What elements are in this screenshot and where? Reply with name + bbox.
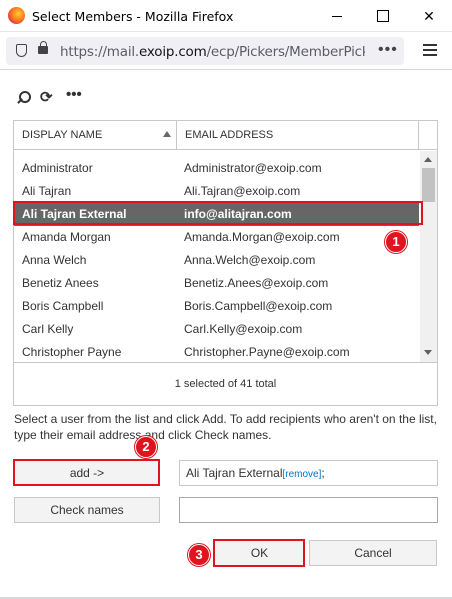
check-names-button[interactable]: Check names	[14, 497, 160, 523]
recipients-field[interactable]: Ali Tajran External[remove];	[179, 460, 438, 486]
row-email: Ali.Tajran@exoip.com	[184, 184, 301, 198]
url-text[interactable]: https://mail.exoip.com/ecp/Pickers/Membe…	[60, 44, 365, 60]
search-icon[interactable]	[16, 90, 31, 106]
table-row[interactable]: Administrator Administrator@exoip.com	[14, 157, 419, 180]
member-list: DISPLAY NAME EMAIL ADDRESS Administrator…	[13, 120, 438, 406]
table-row[interactable]: Boris Campbell Boris.Campbell@exoip.com	[14, 295, 419, 318]
row-display-name: Carl Kelly	[22, 322, 74, 336]
menu-icon[interactable]	[423, 44, 437, 56]
column-label-email-address: EMAIL ADDRESS	[185, 129, 274, 141]
url-domain: exoip.com	[139, 44, 207, 60]
add-button[interactable]: add ->	[14, 460, 160, 486]
row-email: Carl.Kelly@exoip.com	[184, 322, 303, 336]
row-email: info@alitajran.com	[184, 207, 292, 221]
table-row[interactable]: Ali Tajran Ali.Tajran@exoip.com	[14, 180, 419, 203]
firefox-logo-icon	[8, 7, 25, 24]
ok-button[interactable]: OK	[214, 540, 305, 566]
column-header-display-name[interactable]: DISPLAY NAME	[14, 121, 177, 150]
url-prefix: https://mail.	[60, 44, 140, 60]
list-scrollbar[interactable]	[420, 151, 437, 362]
row-display-name: Administrator	[22, 161, 93, 175]
refresh-icon[interactable]: ⟳	[40, 90, 53, 106]
row-display-name: Ali Tajran	[22, 184, 72, 198]
step-badge-3: 3	[188, 544, 210, 566]
list-rows: Administrator Administrator@exoip.com Ali…	[14, 157, 419, 364]
row-email: Anna.Welch@exoip.com	[184, 253, 316, 267]
step-badge-1: 1	[385, 231, 407, 253]
table-row[interactable]: Benetiz Anees Benetiz.Anees@exoip.com	[14, 272, 419, 295]
table-row[interactable]: Christopher Payne Christopher.Payne@exoip…	[14, 341, 419, 364]
row-email: Christopher.Payne@exoip.com	[184, 345, 350, 359]
page-actions-icon[interactable]: •••	[378, 41, 398, 59]
remove-recipient-link[interactable]: [remove]	[283, 469, 322, 480]
row-display-name: Christopher Payne	[22, 345, 122, 359]
more-options-icon[interactable]: •••	[66, 86, 82, 103]
row-email: Boris.Campbell@exoip.com	[184, 299, 333, 313]
table-row-selected[interactable]: Ali Tajran External info@alitajran.com	[14, 203, 419, 226]
lock-icon[interactable]	[38, 41, 48, 54]
instructions-text: Select a user from the list and click Ad…	[14, 412, 437, 442]
table-row[interactable]: Amanda Morgan Amanda.Morgan@exoip.com	[14, 226, 419, 249]
maximize-icon[interactable]	[360, 0, 406, 32]
minimize-icon[interactable]	[314, 0, 360, 32]
row-display-name: Amanda Morgan	[22, 230, 111, 244]
row-email: Administrator@exoip.com	[184, 161, 322, 175]
recipient-name: Ali Tajran External	[186, 466, 283, 480]
column-label-display-name: DISPLAY NAME	[22, 129, 103, 141]
close-icon[interactable]: ✕	[406, 0, 452, 32]
url-bar: https://mail.exoip.com/ecp/Pickers/Membe…	[0, 32, 452, 70]
row-display-name: Benetiz Anees	[22, 276, 99, 290]
list-header: DISPLAY NAME EMAIL ADDRESS	[14, 121, 437, 150]
window-title: Select Members - Mozilla Firefox	[32, 9, 234, 24]
recipient-separator: ;	[321, 466, 325, 480]
check-names-input[interactable]	[179, 497, 438, 523]
url-path: /ecp/Pickers/MemberPicker.a	[206, 44, 365, 60]
row-display-name: Boris Campbell	[22, 299, 104, 313]
table-row[interactable]: Anna Welch Anna.Welch@exoip.com	[14, 249, 419, 272]
window-titlebar: Select Members - Mozilla Firefox ✕	[0, 0, 452, 32]
sort-ascending-icon	[163, 131, 171, 137]
scroll-down-icon[interactable]	[424, 350, 432, 355]
scrollbar-thumb[interactable]	[422, 168, 435, 202]
row-email: Benetiz.Anees@exoip.com	[184, 276, 329, 290]
selection-status: 1 selected of 41 total	[14, 362, 437, 405]
table-row[interactable]: Carl Kelly Carl.Kelly@exoip.com	[14, 318, 419, 341]
row-display-name: Anna Welch	[22, 253, 87, 267]
row-email: Amanda.Morgan@exoip.com	[184, 230, 340, 244]
cancel-button[interactable]: Cancel	[309, 540, 437, 566]
step-badge-2: 2	[135, 436, 157, 458]
address-field[interactable]: https://mail.exoip.com/ecp/Pickers/Membe…	[6, 37, 404, 65]
row-display-name: Ali Tajran External	[22, 207, 127, 221]
shield-icon[interactable]	[16, 44, 27, 57]
column-header-email-address[interactable]: EMAIL ADDRESS	[177, 121, 419, 150]
scroll-up-icon[interactable]	[424, 157, 432, 162]
